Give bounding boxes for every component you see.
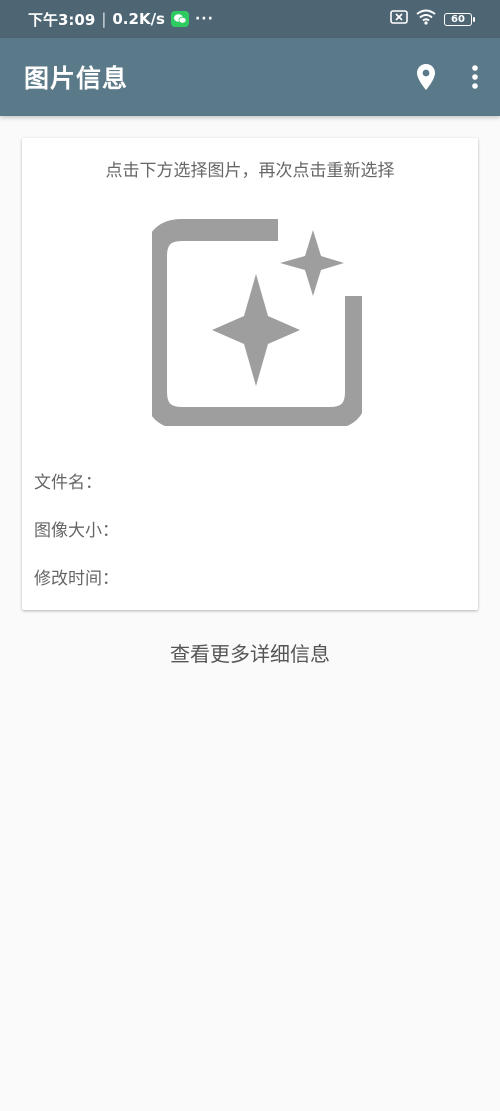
- wifi-icon: [416, 9, 436, 29]
- battery-icon: 60: [444, 12, 475, 26]
- image-size-label: 图像大小：: [34, 521, 119, 541]
- network-speed: 0.2K/s: [112, 10, 165, 28]
- app-bar: 图片信息: [0, 38, 500, 116]
- more-info-button[interactable]: 查看更多详细信息: [0, 638, 500, 667]
- status-time: 下午3:09: [28, 10, 96, 29]
- battery-level: 60: [451, 13, 465, 25]
- modified-time-label: 修改时间：: [34, 569, 119, 589]
- status-separator: |: [101, 10, 107, 28]
- more-vert-icon[interactable]: [472, 65, 478, 89]
- status-left: 下午3:09 | 0.2K/s ···: [28, 9, 214, 30]
- wechat-icon: [170, 11, 189, 27]
- app-actions: [416, 63, 478, 91]
- location-pin-icon[interactable]: [416, 63, 436, 91]
- status-right: 60: [390, 9, 475, 29]
- status-bar: 下午3:09 | 0.2K/s ··· 60: [0, 0, 500, 38]
- select-image-hint: 点击下方选择图片，再次点击重新选择: [105, 161, 395, 181]
- add-photo-sparkle-icon[interactable]: [145, 216, 367, 429]
- image-info-card: 点击下方选择图片，再次点击重新选择 文件名： 图像大小： 修改时间：: [22, 138, 478, 610]
- page-title: 图片信息: [24, 64, 129, 93]
- more-notifications-icon: ···: [194, 11, 214, 27]
- file-name-label: 文件名：: [34, 473, 102, 493]
- sim-off-icon: [390, 10, 408, 28]
